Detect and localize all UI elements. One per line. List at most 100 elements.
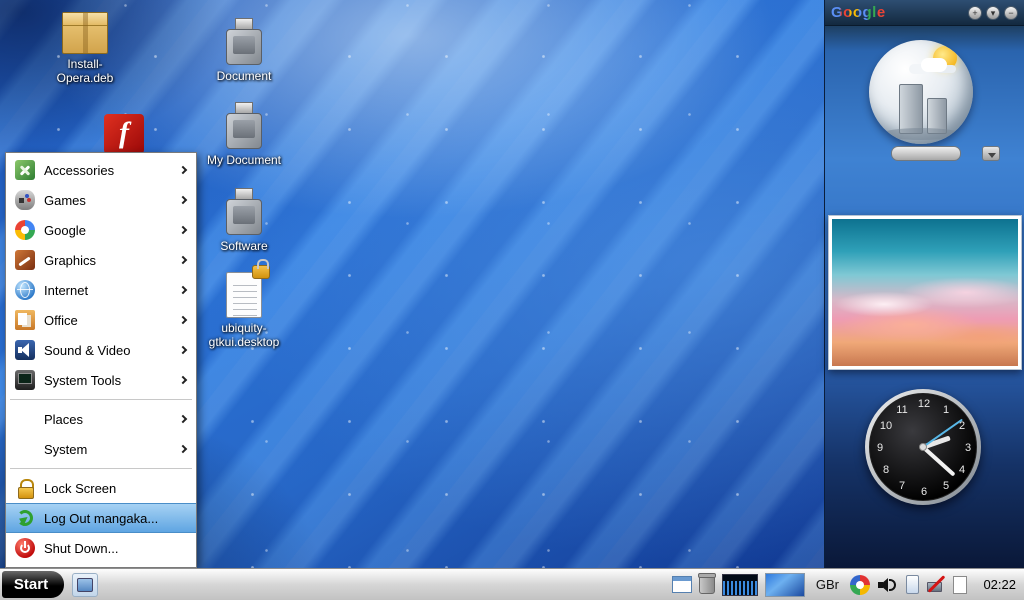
system-tray: GBr 02:22 [671, 572, 1024, 597]
clock-number: 11 [896, 404, 908, 416]
menu-item-label: Office [44, 312, 78, 328]
usb-drive-icon [222, 102, 266, 150]
clock-face: 12 1 2 3 4 5 6 7 8 9 10 11 [869, 393, 977, 501]
trash-tray-icon[interactable] [697, 573, 716, 594]
speaker-icon [15, 340, 35, 360]
text-file-icon [226, 259, 270, 318]
globe-icon [15, 280, 35, 300]
second-hand [922, 418, 963, 448]
cloud-icon [921, 58, 947, 72]
clock-center-cap [919, 443, 927, 451]
lock-emblem-icon [252, 259, 270, 279]
taskbar-clock[interactable]: 02:22 [978, 577, 1016, 592]
keyboard-layout-indicator[interactable]: GBr [816, 577, 839, 592]
menu-item-accessories[interactable]: Accessories [6, 155, 196, 185]
clock-number: 9 [876, 442, 884, 454]
submenu-arrow-icon [178, 225, 188, 235]
menu-item-label: Google [44, 222, 86, 238]
google-gadgets-sidebar: Google + ▾ − 12 1 2 3 4 5 6 7 8 9 10 11 [824, 0, 1024, 568]
menu-item-places[interactable]: Places [6, 404, 196, 434]
file-manager-button[interactable] [72, 572, 98, 597]
globe-base [891, 146, 961, 161]
blank-icon [15, 439, 35, 459]
usb-drive-icon [222, 18, 266, 66]
menu-item-games[interactable]: Games [6, 185, 196, 215]
package-icon [62, 12, 108, 54]
start-button[interactable]: Start [2, 571, 64, 598]
power-icon [15, 538, 35, 558]
minimize-sidebar-button[interactable]: − [1004, 5, 1018, 20]
menu-separator [10, 468, 192, 469]
menu-item-google[interactable]: Google [6, 215, 196, 245]
menu-item-internet[interactable]: Internet [6, 275, 196, 305]
menu-item-label: Shut Down... [44, 540, 119, 556]
clock-number: 10 [879, 420, 893, 432]
submenu-arrow-icon [178, 255, 188, 265]
menu-item-system[interactable]: System [6, 434, 196, 464]
screenshot-tray-icon[interactable] [671, 576, 692, 593]
desktop-icon-ubiquity[interactable]: ubiquity-gtkui.desktop [202, 259, 286, 350]
volume-tray-icon[interactable] [877, 576, 899, 594]
weather-gadget[interactable] [825, 32, 1024, 192]
menu-item-office[interactable]: Office [6, 305, 196, 335]
submenu-arrow-icon [178, 195, 188, 205]
volume-wave [889, 578, 896, 591]
menu-separator [10, 399, 192, 400]
audio-spectrum-applet[interactable] [721, 573, 758, 596]
menu-item-system-tools[interactable]: System Tools [6, 365, 196, 395]
browser-tray-icon[interactable] [850, 574, 870, 595]
wallpaper-preview-applet[interactable] [764, 572, 805, 597]
blank-icon [15, 409, 35, 429]
sidebar-menu-button[interactable]: ▾ [986, 5, 1000, 20]
desktop-icon-install-opera[interactable]: Install-Opera.deb [43, 12, 127, 86]
desktop-icon-label: Install-Opera.deb [56, 57, 114, 85]
games-icon [15, 190, 35, 210]
menu-item-label: Games [44, 192, 86, 208]
menu-item-shut-down[interactable]: Shut Down... [6, 533, 196, 563]
network-disconnected-icon[interactable] [926, 575, 946, 594]
menu-item-sound-video[interactable]: Sound & Video [6, 335, 196, 365]
usb-drive-icon [222, 188, 266, 236]
menu-item-label: Graphics [44, 252, 97, 268]
submenu-arrow-icon [178, 315, 188, 325]
clock-gadget[interactable]: 12 1 2 3 4 5 6 7 8 9 10 11 [865, 389, 981, 505]
add-gadget-button[interactable]: + [968, 5, 982, 20]
flash-icon [104, 114, 144, 154]
desktop-icon-document[interactable]: Document [202, 18, 286, 84]
submenu-arrow-icon [178, 165, 188, 175]
sidebar-header: Google + ▾ − [825, 0, 1024, 26]
weather-snowglobe [869, 40, 973, 144]
desktop-icon-my-document[interactable]: My Document [202, 102, 286, 168]
globe-ground [881, 128, 961, 140]
menu-item-graphics[interactable]: Graphics [6, 245, 196, 275]
menu-item-log-out[interactable]: Log Out mangaka... [6, 503, 196, 533]
menu-item-label: System [44, 441, 88, 457]
logout-icon [15, 508, 35, 528]
notes-tray-icon[interactable] [953, 575, 967, 594]
clock-number: 12 [917, 398, 931, 410]
file-manager-icon [77, 577, 93, 592]
menu-item-lock-screen[interactable]: Lock Screen [6, 473, 196, 503]
clock-number: 8 [882, 464, 890, 476]
desktop-icon-label: Software [220, 239, 268, 253]
lock-icon [15, 478, 35, 499]
clock-number: 5 [942, 480, 950, 492]
clock-number: 7 [898, 480, 906, 492]
office-icon [15, 310, 35, 330]
menu-item-label: Places [44, 411, 84, 427]
clock-number: 6 [920, 486, 928, 498]
graphics-icon [15, 250, 35, 270]
desktop-icon-label: My Document [206, 153, 282, 167]
battery-tray-icon[interactable] [906, 575, 919, 594]
clock-number: 3 [964, 442, 972, 454]
accessories-icon [15, 160, 35, 180]
photos-gadget[interactable] [828, 215, 1022, 370]
desktop-icon-software[interactable]: Software [202, 188, 286, 254]
menu-item-label: Log Out mangaka... [44, 510, 159, 526]
weather-expand-button[interactable] [982, 146, 1000, 161]
menu-item-label: System Tools [44, 372, 122, 388]
menu-item-label: Sound & Video [44, 342, 131, 358]
google-icon [15, 220, 35, 240]
terminal-icon [15, 370, 35, 390]
google-logo: Google [831, 4, 886, 21]
